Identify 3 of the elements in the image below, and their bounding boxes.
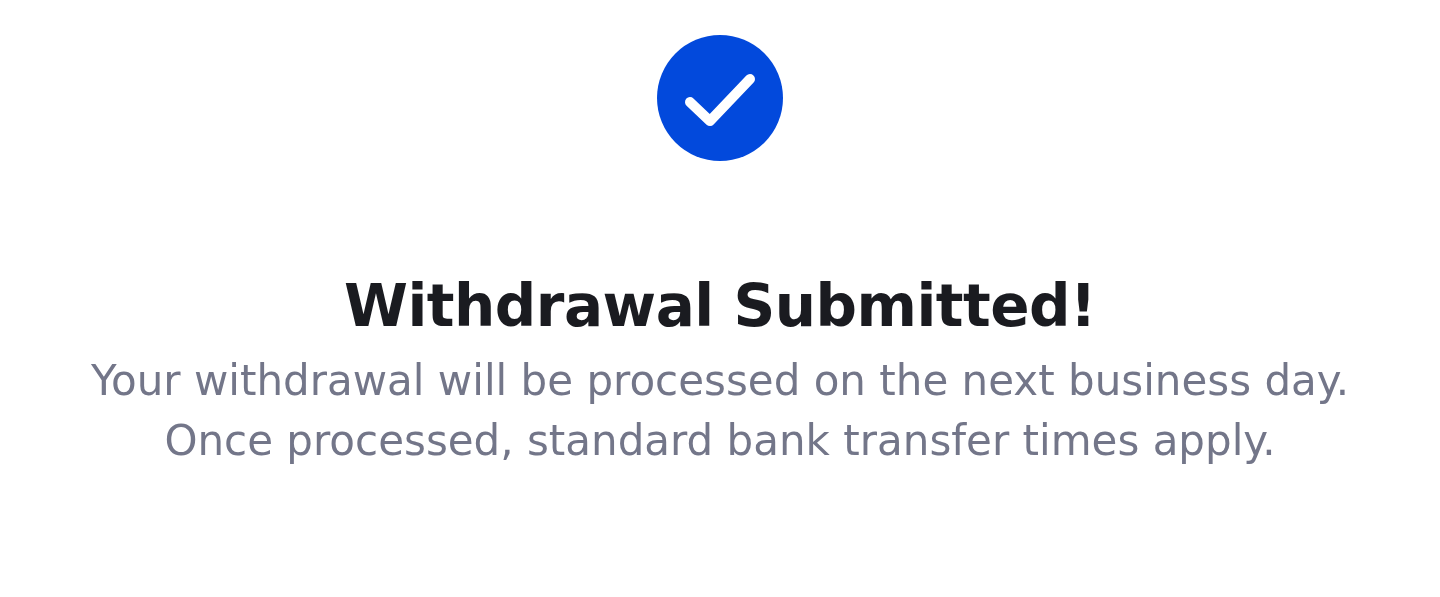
checkmark-icon (657, 35, 783, 161)
success-message: Your withdrawal will be processed on the next business day. Once processed, standard bank transfer times apply. (89, 355, 1351, 467)
success-title: Withdrawal Submitted! (343, 271, 1097, 341)
